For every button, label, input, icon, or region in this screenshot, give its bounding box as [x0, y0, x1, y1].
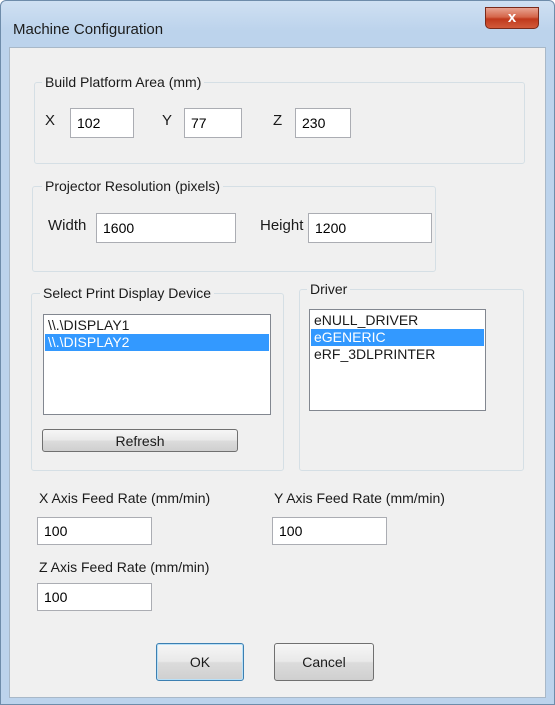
- window-title: Machine Configuration: [13, 21, 164, 38]
- driver-group: Driver eNULL_DRIVER eGENERIC eRF_3DLPRIN…: [299, 281, 524, 471]
- z-feed-rate-label: Z Axis Feed Rate (mm/min): [39, 559, 210, 575]
- machine-configuration-window: Machine Configuration x Build Platform A…: [0, 0, 555, 705]
- display-device-group: Select Print Display Device \\.\DISPLAY1…: [31, 285, 284, 471]
- build-platform-group: Build Platform Area (mm) X Y Z: [34, 74, 525, 164]
- close-button[interactable]: x: [485, 7, 539, 29]
- height-input[interactable]: [308, 213, 432, 243]
- x-dimension-input[interactable]: [70, 108, 134, 138]
- close-icon: x: [507, 9, 517, 26]
- list-item[interactable]: \\.\DISPLAY1: [45, 317, 269, 334]
- y-dimension-input[interactable]: [184, 108, 242, 138]
- z-label: Z: [273, 112, 283, 129]
- title-bar[interactable]: Machine Configuration x: [1, 1, 554, 47]
- driver-listbox[interactable]: eNULL_DRIVER eGENERIC eRF_3DLPRINTER: [309, 309, 486, 411]
- y-feed-rate-label: Y Axis Feed Rate (mm/min): [274, 490, 445, 506]
- refresh-button[interactable]: Refresh: [42, 429, 238, 452]
- width-label: Width: [48, 217, 87, 234]
- y-feed-rate-input[interactable]: [272, 517, 387, 545]
- ok-button[interactable]: OK: [156, 643, 244, 681]
- z-feed-rate-input[interactable]: [37, 583, 152, 611]
- height-label: Height: [260, 217, 304, 234]
- list-item-selected[interactable]: eGENERIC: [311, 329, 484, 346]
- display-device-listbox[interactable]: \\.\DISPLAY1 \\.\DISPLAY2: [43, 314, 271, 415]
- cancel-button[interactable]: Cancel: [274, 643, 374, 681]
- display-device-group-label: Select Print Display Device: [40, 285, 215, 301]
- list-item-selected[interactable]: \\.\DISPLAY2: [45, 334, 269, 351]
- x-feed-rate-input[interactable]: [37, 517, 152, 545]
- x-label: X: [45, 112, 56, 129]
- y-label: Y: [162, 112, 173, 129]
- driver-group-label: Driver: [307, 281, 351, 297]
- list-item[interactable]: eRF_3DLPRINTER: [311, 346, 484, 363]
- projector-resolution-group-label: Projector Resolution (pixels): [42, 178, 224, 194]
- build-platform-group-label: Build Platform Area (mm): [42, 74, 205, 90]
- z-dimension-input[interactable]: [295, 108, 351, 138]
- projector-resolution-group: Projector Resolution (pixels) Width Heig…: [32, 178, 436, 272]
- list-item[interactable]: eNULL_DRIVER: [311, 312, 484, 329]
- dialog-client-area: Build Platform Area (mm) X Y Z Projector…: [9, 47, 546, 698]
- width-input[interactable]: [96, 213, 236, 243]
- x-feed-rate-label: X Axis Feed Rate (mm/min): [39, 490, 211, 506]
